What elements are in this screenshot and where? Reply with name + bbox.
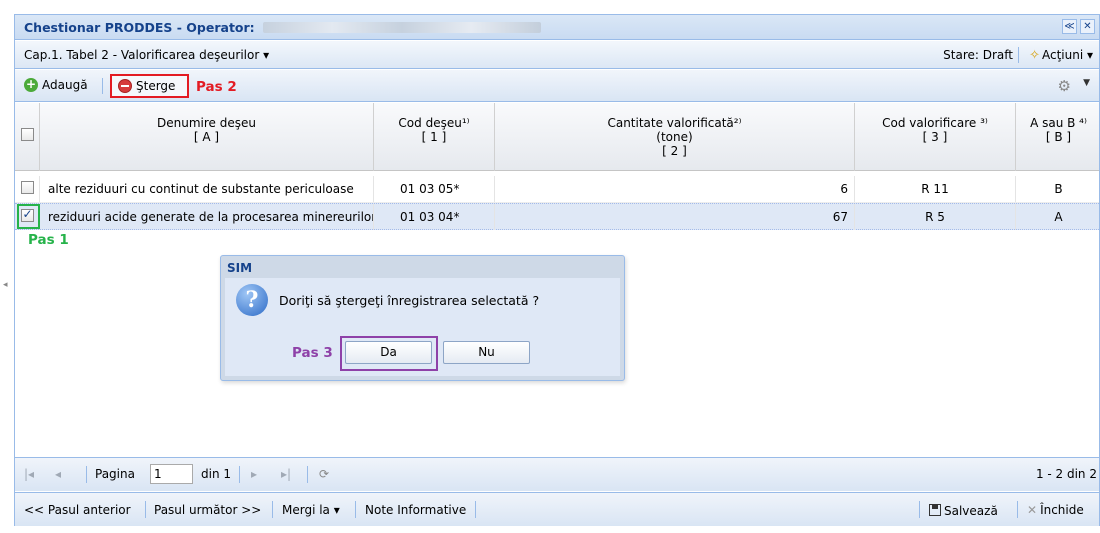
state-label: Stare: Draft [943, 48, 1013, 62]
paging-summary: 1 - 2 din 2 [1035, 467, 1097, 481]
page-count: din 1 [201, 467, 232, 481]
yes-button[interactable]: Da [345, 341, 432, 364]
close-button[interactable]: ✕ Închide [1027, 503, 1084, 517]
no-button[interactable]: Nu [443, 341, 530, 364]
row-select-cell [15, 176, 40, 202]
divider [1018, 47, 1019, 63]
cell-cod: 01 03 05* [374, 176, 495, 202]
chapter-menu[interactable]: Cap.1. Tabel 2 - Valorificarea deşeurilo… [24, 48, 269, 62]
divider [919, 501, 920, 518]
cell-a-sau-b: B [1054, 182, 1063, 196]
dialog-message: Doriţi să ştergeţi înregistrarea selecta… [279, 293, 540, 308]
divider [1017, 501, 1018, 518]
cell-cod-valorificare: R 5 [855, 204, 1016, 230]
refresh-icon[interactable]: ⟳ [319, 467, 329, 481]
close-label: Închide [1040, 503, 1084, 517]
add-button[interactable]: + Adaugă [24, 78, 88, 92]
next-step-button[interactable]: Pasul următor >> [154, 503, 261, 517]
window-title: Chestionar PRODDES - Operator: [24, 20, 255, 35]
floppy-disk-icon [929, 504, 941, 516]
column-code: [ 2 ] [662, 144, 687, 158]
cell-cod-valorificare: R 11 [855, 176, 1016, 202]
row-checkbox[interactable] [20, 181, 34, 194]
divider [239, 466, 240, 483]
next-page-icon[interactable]: ▸ [251, 467, 257, 481]
cell-cod: 01 03 04* [374, 204, 495, 230]
chevron-down-icon[interactable]: ▼ [1083, 78, 1090, 88]
questionnaire-window: Chestionar PRODDES - Operator: ≪ ✕ Cap.1… [14, 14, 1100, 526]
delete-button[interactable]: Şterge [110, 74, 189, 98]
info-notes-button[interactable]: Note Informative [365, 503, 466, 517]
column-title: Denumire deşeu [157, 116, 256, 130]
prev-page-icon[interactable]: ◂ [55, 467, 61, 481]
minus-circle-icon [118, 79, 132, 93]
step1-annotation: Pas 1 [28, 232, 69, 248]
previous-step-button[interactable]: << Pasul anterior [24, 503, 131, 517]
table-row-selected[interactable]: reziduuri acide generate de la procesare… [15, 203, 1099, 230]
delete-button-label: Şterge [136, 79, 176, 93]
cell-denumire: reziduuri acide generate de la procesare… [40, 204, 374, 230]
step2-annotation: Pas 2 [196, 79, 237, 95]
grid-header: Denumire deşeu [ A ] Cod deşeu¹⁾ [ 1 ] C… [15, 103, 1099, 171]
divider [475, 501, 476, 518]
save-label: Salvează [944, 504, 998, 518]
cell-cantitate: 6 [495, 176, 855, 202]
column-title: Cod deşeu¹⁾ [398, 116, 470, 130]
footer-toolbar: << Pasul anterior Pasul următor >> Mergi… [15, 492, 1099, 526]
page-label: Pagina [95, 467, 135, 481]
plus-circle-icon: + [24, 77, 38, 92]
first-page-icon[interactable]: |◂ [24, 467, 34, 481]
column-code: [ 1 ] [421, 130, 447, 144]
dialog-title: SIM [227, 261, 253, 275]
column-header-cod[interactable]: Cod deşeu¹⁾ [ 1 ] [374, 103, 495, 171]
collapse-icon[interactable]: ≪ [1062, 19, 1077, 34]
select-all-cell [15, 103, 40, 171]
cell-a-sau-b: A [1054, 210, 1063, 224]
collapse-handle-icon[interactable]: ◂ [3, 280, 9, 292]
table-row[interactable]: alte reziduuri cu continut de substante … [15, 176, 1099, 203]
column-title: A sau B ⁴⁾ [1030, 116, 1087, 130]
chapter-bar: Cap.1. Tabel 2 - Valorificarea deşeurilo… [15, 41, 1099, 69]
column-header-a-sau-b[interactable]: A sau B ⁴⁾ [ B ] [1016, 103, 1100, 171]
select-all-checkbox[interactable] [20, 128, 34, 141]
last-page-icon[interactable]: ▸| [281, 467, 291, 481]
window-titlebar: Chestionar PRODDES - Operator: ≪ ✕ [15, 15, 1099, 40]
goto-menu[interactable]: Mergi la ▾ [282, 503, 340, 517]
column-unit: (tone) [656, 130, 693, 144]
column-code: [ 3 ] [922, 130, 948, 144]
column-header-denumire[interactable]: Denumire deşeu [ A ] [40, 103, 374, 171]
actions-star-icon: ✧ [1029, 48, 1040, 63]
dialog-body: ? Doriţi să ştergeţi înregistrarea selec… [225, 278, 620, 376]
save-button[interactable]: Salvează [929, 503, 998, 518]
column-header-cantitate[interactable]: Cantitate valorificată²⁾ (tone) [ 2 ] [495, 103, 855, 171]
divider [272, 501, 273, 518]
actions-menu[interactable]: ✧ Acţiuni ▾ [1029, 48, 1093, 63]
redacted-operator-name [263, 22, 541, 33]
cell-cantitate: 67 [495, 204, 855, 230]
add-button-label: Adaugă [42, 78, 88, 92]
step3-annotation: Pas 3 [292, 345, 333, 361]
question-icon: ? [236, 284, 268, 316]
gear-icon[interactable]: ⚙ [1058, 77, 1071, 95]
cell-denumire: alte reziduuri cu continut de substante … [40, 176, 374, 202]
divider [102, 78, 103, 94]
confirm-dialog: SIM ? Doriţi să ştergeţi înregistrarea s… [220, 255, 625, 381]
page-number-input[interactable]: 1 [150, 464, 193, 484]
column-code: [ B ] [1045, 130, 1072, 144]
paging-toolbar: |◂ ◂ Pagina 1 din 1 ▸ ▸| ⟳ 1 - 2 din 2 [15, 457, 1099, 491]
divider [307, 466, 308, 483]
close-x-icon: ✕ [1027, 503, 1038, 517]
column-code: [ A ] [193, 130, 220, 144]
divider [145, 501, 146, 518]
close-icon[interactable]: ✕ [1080, 19, 1095, 34]
column-title: Cantitate valorificată²⁾ [607, 116, 742, 130]
column-title: Cod valorificare ³⁾ [882, 116, 988, 130]
grid-toolbar: + Adaugă Şterge Pas 2 ⚙ ▼ [15, 70, 1099, 102]
divider [86, 466, 87, 483]
actions-label: Acţiuni ▾ [1041, 48, 1093, 62]
step1-highlight [17, 204, 40, 229]
column-header-cod-valorificare[interactable]: Cod valorificare ³⁾ [ 3 ] [855, 103, 1016, 171]
divider [355, 501, 356, 518]
